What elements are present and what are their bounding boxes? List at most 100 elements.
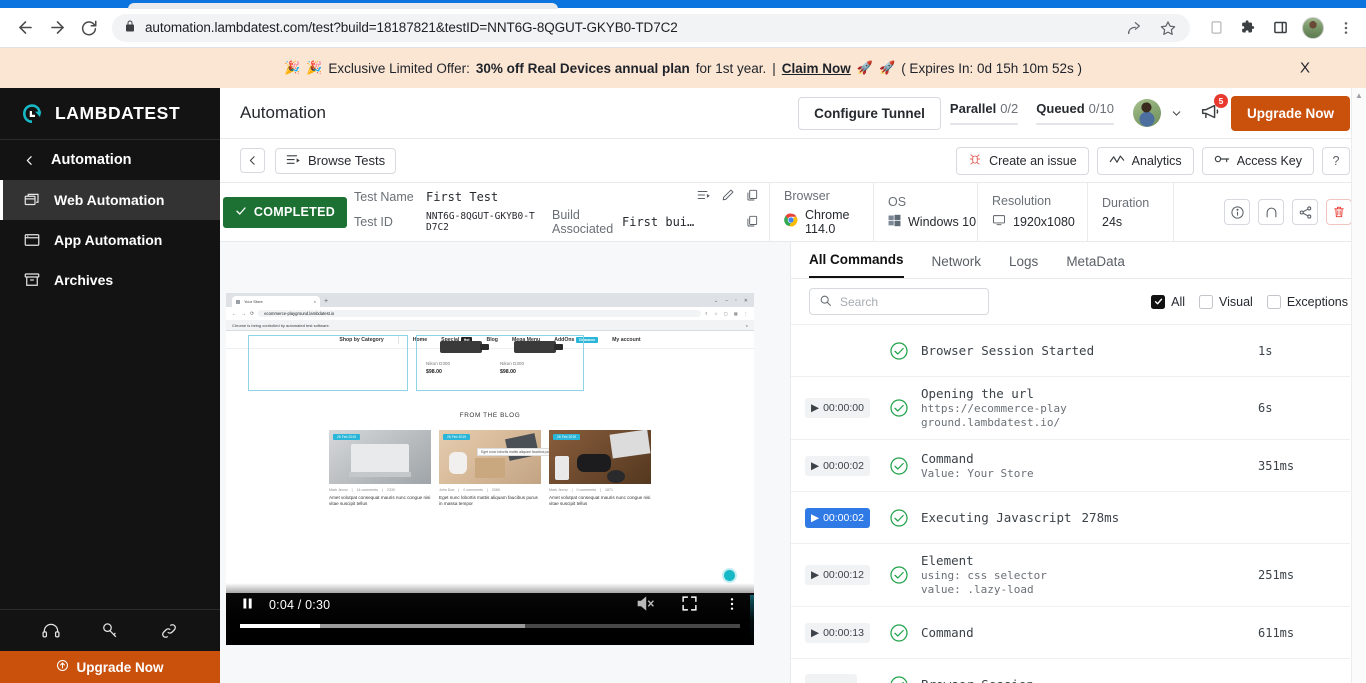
- forward-arrow-icon[interactable]: [42, 13, 72, 43]
- command-body: Browser Session Started: [921, 343, 1258, 359]
- chrome-menu-icon[interactable]: [1336, 18, 1356, 38]
- duration-value: 24s: [1102, 215, 1173, 229]
- time-pill-selected[interactable]: ▶00:00:02: [805, 508, 870, 528]
- duration-cell: Duration 24s: [1088, 183, 1174, 241]
- command-row[interactable]: ▶00:00:02 Command Value: Your Store 351m…: [791, 440, 1350, 492]
- filter-visual[interactable]: Visual: [1199, 295, 1253, 309]
- pause-icon[interactable]: [240, 596, 255, 614]
- command-row[interactable]: Browser Session Started 1s: [791, 325, 1350, 377]
- list-view-icon[interactable]: [697, 189, 711, 204]
- command-row[interactable]: Browser Session: [791, 659, 1350, 683]
- sidebar-upgrade-button[interactable]: Upgrade Now: [0, 651, 220, 683]
- sidebar-item-label: Web Automation: [54, 192, 164, 208]
- monitor-icon: [992, 213, 1006, 230]
- avatar[interactable]: [1133, 99, 1161, 127]
- access-key-button[interactable]: Access Key: [1202, 147, 1314, 175]
- filter-exceptions-label: Exceptions: [1287, 295, 1348, 309]
- command-title: Browser Session Started: [921, 343, 1250, 359]
- tab-all-commands[interactable]: All Commands: [809, 252, 904, 278]
- blog-views: 1871: [605, 488, 613, 492]
- time-pill[interactable]: ▶00:00:00: [805, 398, 870, 418]
- command-row[interactable]: ▶00:00:12 Element using: css selector va…: [791, 544, 1350, 607]
- commands-list[interactable]: Browser Session Started 1s ▶00:00:00: [791, 325, 1350, 683]
- lambdatest-logo[interactable]: LAMBDATEST: [0, 88, 220, 139]
- share-icon[interactable]: [1124, 18, 1144, 38]
- claim-now-link[interactable]: Claim Now: [782, 61, 851, 76]
- muted-icon[interactable]: [636, 594, 655, 616]
- share-icon[interactable]: [1292, 199, 1318, 225]
- key-icon[interactable]: [99, 620, 121, 642]
- tab-metadata[interactable]: MetaData: [1066, 254, 1125, 278]
- intersect-icon[interactable]: [1258, 199, 1284, 225]
- video-progress-bar[interactable]: [240, 624, 740, 628]
- status-cell: COMPLETED: [220, 183, 350, 241]
- address-bar-url: automation.lambdatest.com/test?build=181…: [145, 20, 678, 35]
- browse-tests-button[interactable]: Browse Tests: [275, 148, 396, 174]
- filter-all[interactable]: All: [1151, 295, 1185, 309]
- tab-network[interactable]: Network: [932, 254, 982, 278]
- time-pill[interactable]: [805, 674, 857, 683]
- extensions-puzzle-icon[interactable]: [1238, 18, 1258, 38]
- headset-icon[interactable]: [40, 620, 62, 642]
- sidebar-section-automation[interactable]: Automation: [0, 140, 220, 180]
- notifications-button[interactable]: 5: [1199, 101, 1221, 126]
- back-arrow-icon[interactable]: [10, 13, 40, 43]
- help-button[interactable]: ?: [1322, 147, 1350, 175]
- product-price-2: $98.00: [500, 369, 516, 375]
- sidebar-item-archives[interactable]: Archives: [0, 260, 220, 300]
- command-row[interactable]: ▶00:00:13 Command 611ms: [791, 607, 1350, 659]
- address-bar[interactable]: automation.lambdatest.com/test?build=181…: [112, 14, 1190, 42]
- chrome-profile-avatar[interactable]: [1302, 17, 1324, 39]
- automation-infobar: Chrome is being controlled by automated …: [226, 320, 754, 331]
- copy-icon[interactable]: [745, 188, 759, 205]
- side-panel-icon[interactable]: [1270, 18, 1290, 38]
- time-pill[interactable]: ▶00:00:12: [805, 565, 870, 585]
- more-vertical-icon[interactable]: [724, 596, 740, 615]
- sidebar-item-app-automation[interactable]: App Automation: [0, 220, 220, 260]
- time-pill[interactable]: ▶00:00:13: [805, 623, 870, 643]
- sidebar-section-label: Automation: [51, 152, 132, 168]
- search-input[interactable]: [840, 295, 979, 309]
- back-button[interactable]: [240, 148, 265, 173]
- bookmark-star-icon[interactable]: [1158, 18, 1178, 38]
- session-video-player[interactable]: Your Store × + ⌄–▫✕ ← → ⟳ ecommerce-play…: [226, 293, 754, 645]
- copy-icon[interactable]: [745, 214, 759, 231]
- command-row[interactable]: ▶00:00:00 Opening the url https://ecomme…: [791, 377, 1350, 440]
- checkbox-all[interactable]: [1151, 295, 1165, 309]
- filter-exceptions[interactable]: Exceptions: [1267, 295, 1348, 309]
- chrome-icon: [784, 213, 798, 230]
- search-box[interactable]: [809, 288, 989, 315]
- command-row-selected[interactable]: ▶00:00:02 Executing Javascript 278ms: [791, 492, 1350, 544]
- reload-icon[interactable]: [74, 13, 104, 43]
- upgrade-now-button[interactable]: Upgrade Now: [1231, 96, 1350, 131]
- reading-list-icon[interactable]: [1206, 18, 1226, 38]
- panel-filters: All Visual Exceptions: [791, 279, 1366, 324]
- configure-tunnel-button[interactable]: Configure Tunnel: [798, 97, 941, 130]
- chevron-down-icon[interactable]: [1167, 103, 1187, 123]
- delete-icon[interactable]: [1326, 199, 1352, 225]
- status-label: COMPLETED: [254, 205, 335, 219]
- edit-pencil-icon[interactable]: [721, 188, 735, 205]
- browser-tab[interactable]: [128, 3, 558, 9]
- status-pass-icon: [877, 398, 921, 418]
- fullscreen-icon[interactable]: [681, 595, 698, 615]
- command-body: Executing Javascript 278ms: [921, 510, 1350, 526]
- create-an-issue-button[interactable]: Create an issue: [956, 147, 1089, 175]
- test-identity: Test Name First Test: [350, 183, 770, 241]
- info-icon[interactable]: [1224, 199, 1250, 225]
- page-scrollbar[interactable]: ▲: [1351, 88, 1366, 683]
- build-associated-label: Build Associated: [552, 208, 622, 236]
- scroll-up-arrow-icon[interactable]: ▲: [1355, 91, 1363, 100]
- link-chain-icon[interactable]: [158, 620, 180, 642]
- blog-date: 26 Feb 2019: [553, 434, 580, 440]
- checkbox-exceptions[interactable]: [1267, 295, 1281, 309]
- checkbox-visual[interactable]: [1199, 295, 1213, 309]
- browser-value-wrap: Chrome 114.0: [784, 208, 873, 236]
- time-pill[interactable]: ▶00:00:02: [805, 456, 870, 476]
- reload-icon: ⟳: [250, 311, 254, 317]
- analytics-button[interactable]: Analytics: [1097, 147, 1194, 175]
- browser-label: Browser: [784, 189, 873, 203]
- sidebar-item-web-automation[interactable]: Web Automation: [0, 180, 220, 220]
- close-banner-button[interactable]: X: [1300, 60, 1310, 77]
- tab-logs[interactable]: Logs: [1009, 254, 1038, 278]
